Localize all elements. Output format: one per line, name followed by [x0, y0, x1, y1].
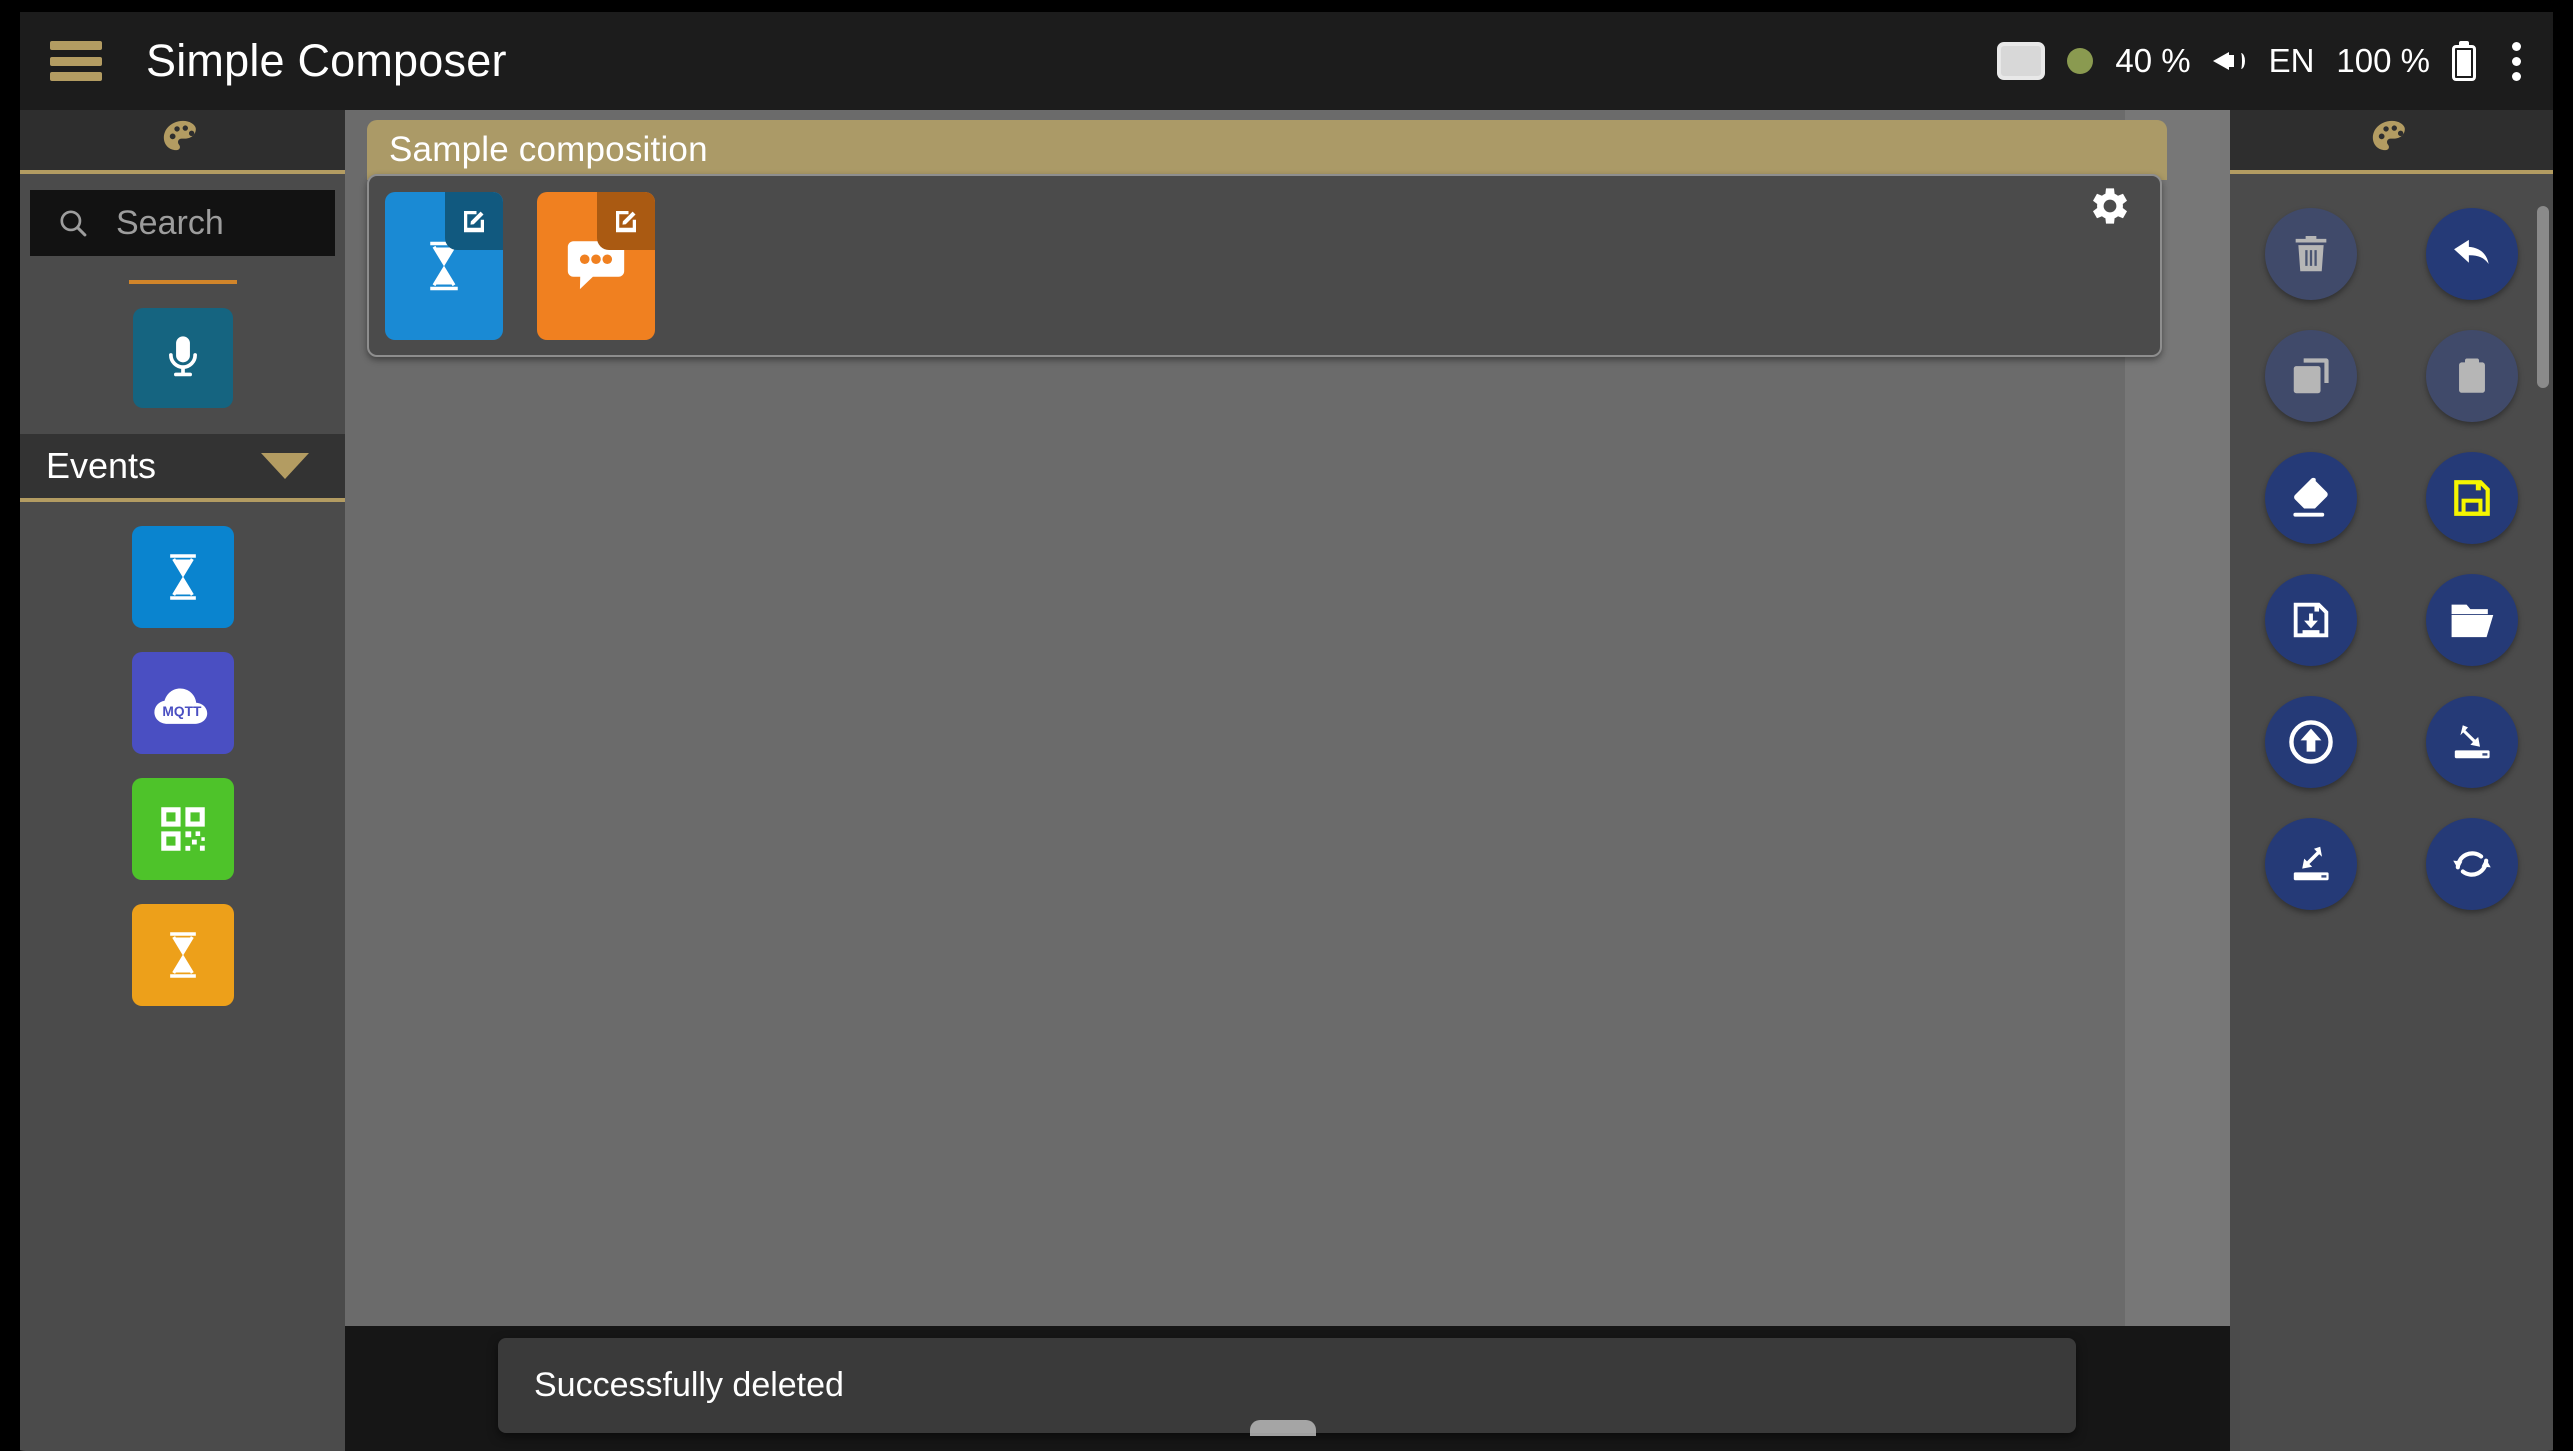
delete-button[interactable]: [2264, 208, 2357, 300]
speaker-icon[interactable]: [2212, 46, 2247, 76]
import-button[interactable]: [2426, 696, 2519, 788]
mqtt-tile[interactable]: MQTT: [131, 652, 234, 754]
right-sidebar-scrollbar[interactable]: [2537, 206, 2549, 388]
eraser-icon: [2293, 477, 2328, 517]
composition-card: Sample composition: [367, 120, 2167, 357]
floppy-download-icon: [2293, 602, 2328, 638]
copy-button[interactable]: [2264, 330, 2357, 422]
palette-icon: [163, 120, 196, 151]
battery-level: 100 %: [2336, 42, 2430, 79]
trash-icon: [2295, 235, 2327, 272]
list-item: MQTT: [20, 652, 345, 754]
list-item: [20, 526, 345, 628]
copy-icon: [2293, 358, 2329, 394]
right-panel-header: [2230, 110, 2553, 174]
floppy-disk-icon: [2454, 480, 2491, 516]
save-button[interactable]: [2426, 452, 2519, 544]
upload-button[interactable]: [2264, 696, 2357, 788]
composition-title-bar[interactable]: Sample composition: [367, 120, 2167, 180]
device-screen: Simple Composer 40 % EN 100 % Search Eve…: [0, 0, 2573, 1451]
green-status-dot: [2067, 48, 2094, 74]
sync-refresh-icon: [2453, 851, 2491, 877]
hamburger-line: [50, 41, 102, 50]
palette-icon: [2372, 120, 2405, 151]
clipboard-icon: [2459, 358, 2486, 393]
edit-pencil-icon[interactable]: [597, 192, 655, 250]
hamburger-line: [50, 56, 102, 66]
sync-button[interactable]: [2426, 818, 2519, 910]
import-to-device-icon: [2455, 725, 2490, 759]
qrcode-tile[interactable]: [131, 778, 234, 880]
left-panel-header: [20, 110, 345, 174]
paste-button[interactable]: [2426, 330, 2519, 422]
timer-block[interactable]: [385, 192, 503, 340]
microphone-tile-row: [20, 308, 345, 408]
undo-button[interactable]: [2426, 208, 2519, 300]
timer-tile[interactable]: [131, 526, 234, 628]
edit-pencil-icon[interactable]: [445, 192, 503, 250]
language-indicator[interactable]: EN: [2269, 42, 2315, 80]
app-bar: Simple Composer 40 % EN 100 %: [20, 12, 2553, 110]
list-item: [20, 904, 345, 1006]
export-from-device-icon: [2293, 846, 2329, 881]
sidebar-section-events[interactable]: Events: [20, 434, 345, 502]
composition-canvas[interactable]: Sample composition: [345, 110, 2230, 1326]
divider: [128, 280, 237, 284]
save-as-button[interactable]: [2264, 574, 2357, 666]
hamburger-line: [50, 72, 102, 81]
hourglass-icon: [169, 932, 196, 978]
tool-grid: [2230, 174, 2553, 910]
message-block[interactable]: [537, 192, 655, 340]
microphone-tile[interactable]: [132, 308, 233, 408]
right-sidebar: [2230, 110, 2553, 1451]
gear-icon[interactable]: [2086, 182, 2134, 230]
home-indicator[interactable]: [1250, 1420, 1316, 1436]
brightness-value: 40 %: [2115, 42, 2191, 79]
search-input[interactable]: [116, 203, 326, 243]
composition-body[interactable]: [367, 174, 2162, 357]
folder-open-icon: [2451, 604, 2494, 638]
three-dot-menu-icon[interactable]: [2498, 41, 2535, 81]
undo-arrow-icon: [2454, 239, 2489, 264]
open-button[interactable]: [2426, 574, 2519, 666]
hourglass-icon: [169, 554, 196, 600]
svg-text:MQTT: MQTT: [162, 704, 202, 719]
list-item: [20, 778, 345, 880]
microphone-icon: [168, 336, 197, 377]
search-bar[interactable]: [30, 190, 335, 256]
sidebar-section-label: Events: [46, 445, 157, 486]
search-icon: [60, 210, 87, 237]
snackbar: Successfully deleted: [498, 1338, 2076, 1433]
qr-code-icon: [160, 807, 205, 851]
export-button[interactable]: [2264, 818, 2357, 910]
upload-circle-icon: [2288, 720, 2333, 764]
left-sidebar: Events MQTT: [20, 110, 345, 1451]
left-sidebar-scrollbar[interactable]: [333, 110, 345, 1451]
mqtt-cloud-icon: MQTT: [153, 688, 207, 724]
hamburger-icon[interactable]: [50, 41, 102, 81]
screen-icon[interactable]: [1997, 42, 2046, 80]
clear-button[interactable]: [2264, 452, 2357, 544]
chevron-down-icon[interactable]: [261, 453, 309, 479]
battery-icon: [2452, 41, 2476, 81]
status-bar: 40 % EN 100 %: [1997, 41, 2535, 81]
timeout-tile[interactable]: [131, 904, 234, 1006]
page-title: Simple Composer: [146, 35, 507, 86]
composition-title: Sample composition: [389, 130, 708, 169]
snackbar-message: Successfully deleted: [534, 1366, 844, 1404]
